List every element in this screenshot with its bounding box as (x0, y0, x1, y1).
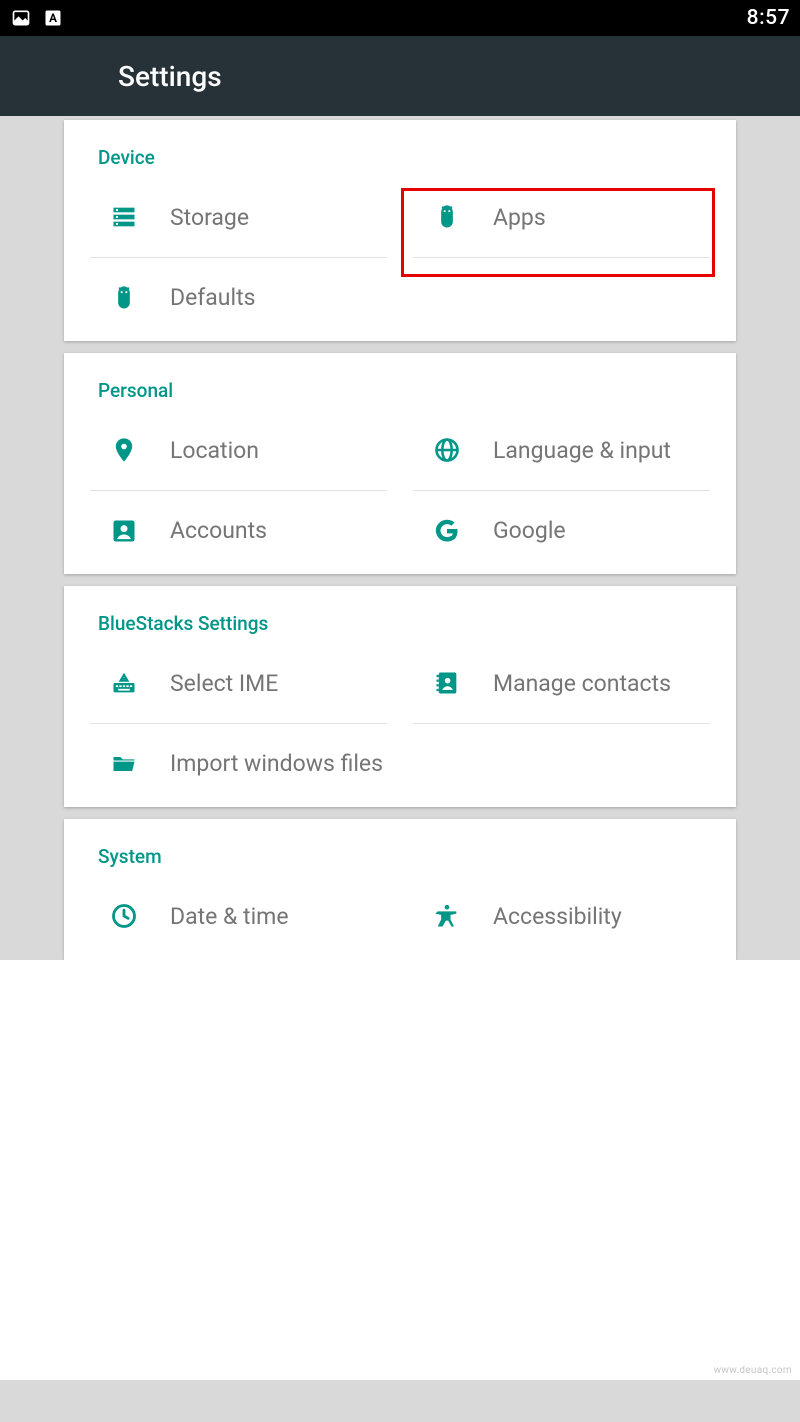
item-storage[interactable]: Storage (90, 177, 387, 257)
globe-icon (431, 434, 463, 466)
card-device: Device Storage Apps Defaults (64, 120, 736, 341)
empty-cell (413, 723, 710, 803)
item-defaults[interactable]: Defaults (90, 257, 387, 337)
item-label: Import windows files (170, 750, 383, 777)
item-manage-contacts[interactable]: Manage contacts (413, 643, 710, 723)
text-notification-icon: A (42, 7, 64, 29)
section-title-personal: Personal (64, 353, 736, 410)
section-title-bluestacks: BlueStacks Settings (64, 586, 736, 643)
item-google[interactable]: Google (413, 490, 710, 570)
item-label: Defaults (170, 284, 255, 311)
google-icon (431, 515, 463, 547)
keyboard-icon (108, 667, 140, 699)
item-label: Accounts (170, 517, 267, 544)
clock-icon (108, 900, 140, 932)
status-bar: A 8:57 (0, 0, 800, 36)
item-label: Google (493, 517, 566, 544)
watermark: www.deuaq.com (714, 1365, 792, 1376)
location-icon (108, 434, 140, 466)
blank-area (0, 960, 800, 1380)
item-accessibility[interactable]: Accessibility (413, 876, 710, 956)
card-bluestacks: BlueStacks Settings Select IME Manage co… (64, 586, 736, 807)
item-import-files[interactable]: Import windows files (90, 723, 387, 803)
android-icon (431, 201, 463, 233)
card-personal: Personal Location Language & input Accou… (64, 353, 736, 574)
item-apps[interactable]: Apps (413, 177, 710, 257)
item-label: Date & time (170, 903, 289, 930)
settings-content: Device Storage Apps Defaults (0, 116, 800, 960)
section-title-device: Device (64, 120, 736, 177)
item-select-ime[interactable]: Select IME (90, 643, 387, 723)
item-language[interactable]: Language & input (413, 410, 710, 490)
item-label: Storage (170, 204, 249, 231)
section-title-system: System (64, 819, 736, 876)
item-location[interactable]: Location (90, 410, 387, 490)
item-label: Select IME (170, 670, 278, 697)
item-label: Accessibility (493, 903, 622, 930)
item-date-time[interactable]: Date & time (90, 876, 387, 956)
item-label: Apps (493, 204, 546, 231)
item-accounts[interactable]: Accounts (90, 490, 387, 570)
page-title: Settings (118, 60, 222, 93)
android-icon (108, 282, 140, 314)
account-icon (108, 515, 140, 547)
svg-text:A: A (49, 11, 57, 25)
item-label: Location (170, 437, 259, 464)
accessibility-icon (431, 900, 463, 932)
card-system: System Date & time Accessibility (64, 819, 736, 960)
item-label: Manage contacts (493, 670, 671, 697)
empty-cell (413, 257, 710, 337)
app-bar: Settings (0, 36, 800, 116)
status-time: 8:57 (747, 6, 790, 30)
image-notification-icon (10, 7, 32, 29)
item-label: Language & input (493, 437, 671, 464)
storage-icon (108, 201, 140, 233)
folder-icon (108, 748, 140, 780)
contacts-icon (431, 667, 463, 699)
